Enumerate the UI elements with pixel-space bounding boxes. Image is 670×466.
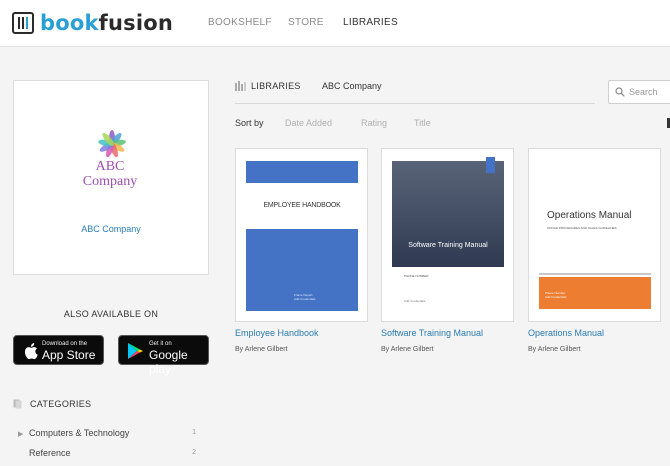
cover-bookmark-tab (486, 157, 495, 173)
also-available-heading: ALSO AVAILABLE ON (63, 309, 159, 319)
google-play-small-text: Get it on (149, 341, 172, 347)
book-title-link[interactable]: Operations Manual (528, 328, 604, 338)
book-cover-employee-handbook[interactable]: EMPLOYEE HANDBOOK Frame Depart Add Crede… (235, 148, 368, 322)
cover-small-line-2: Add Credentials (404, 299, 426, 303)
brand-name: bookfusion (40, 11, 173, 35)
cover-small-line-3: Add Credentials (545, 295, 567, 299)
top-header: bookfusion BOOKSHELF STORE LIBRARIES (0, 0, 670, 47)
cover-title-text: EMPLOYEE HANDBOOK (263, 202, 341, 209)
categories-heading: CATEGORIES (30, 399, 92, 409)
library-logo-text: ABC Company (70, 159, 150, 189)
cover-small-line-2: Add Credentials (294, 297, 316, 301)
sort-by-label: Sort by (235, 118, 264, 128)
cover-divider (539, 273, 651, 275)
google-play-button[interactable]: Get it on Google play (118, 335, 209, 376)
book-cover-software-training-manual[interactable]: Software Training Manual PHONE NUMBER Ad… (381, 148, 514, 322)
library-name-link[interactable]: ABC Company (13, 224, 209, 234)
search-box[interactable] (608, 80, 670, 104)
nav-bookshelf[interactable]: BOOKSHELF (208, 17, 272, 28)
sort-date-added[interactable]: Date Added (285, 118, 332, 128)
expand-arrow-icon[interactable]: ▶ (18, 430, 29, 438)
category-count: 1 (192, 429, 196, 436)
search-input[interactable] (629, 85, 670, 99)
cover-title-text: Software Training Manual (408, 242, 488, 249)
brand-part-1: book (40, 11, 99, 35)
nav-store[interactable]: STORE (288, 17, 324, 28)
library-logo-line-1: ABC (95, 159, 125, 174)
flower-logo-icon (98, 130, 126, 158)
book-title-link[interactable]: Software Training Manual (381, 328, 483, 338)
search-icon (615, 87, 625, 97)
book-author: By Arlene Gilbert (381, 346, 434, 353)
apple-icon (24, 343, 38, 360)
breadcrumb-company[interactable]: ABC Company (322, 81, 382, 91)
cover-gradient-panel (392, 161, 504, 267)
library-logo-line-2: Company (82, 174, 138, 189)
sort-rating[interactable]: Rating (361, 118, 387, 128)
category-label: Reference (29, 448, 71, 458)
google-play-icon (128, 343, 143, 359)
app-store-button[interactable]: Download on the App Store (13, 335, 104, 365)
google-play-big-text: Google play (149, 348, 188, 376)
app-store-small-text: Download on the (42, 341, 88, 347)
category-label: Computers & Technology (29, 428, 130, 438)
cover-small-line-1: PHONE NUMBER (404, 274, 429, 278)
book-spine-logo-icon (12, 12, 34, 34)
book-title-link[interactable]: Employee Handbook (235, 328, 319, 338)
category-item[interactable]: ▶ Computers & Technology 1 (18, 428, 196, 438)
app-store-big-text: App Store (42, 348, 96, 362)
book-author: By Arlene Gilbert (235, 346, 288, 353)
breadcrumb-libraries[interactable]: LIBRARIES (251, 81, 301, 91)
cover-small-text: Frame Depart Add Credentials (294, 293, 315, 301)
nav-libraries[interactable]: LIBRARIES (343, 17, 398, 28)
cover-band-top (246, 161, 358, 183)
category-count: 2 (192, 449, 196, 456)
libraries-icon (235, 81, 246, 91)
cover-small-text: Phone Number Add Credentials (545, 291, 566, 299)
cover-subtitle-text: OFFICE PROCEDURES AND SALES GUIDELINES (547, 226, 617, 230)
category-item[interactable]: Reference 2 (18, 448, 196, 458)
bookfusion-logo[interactable]: bookfusion (12, 9, 173, 37)
book-author: By Arlene Gilbert (528, 346, 581, 353)
breadcrumb-divider (235, 103, 595, 104)
sort-title[interactable]: Title (414, 118, 431, 128)
cover-title-text: Operations Manual (547, 210, 632, 221)
tag-icon (13, 399, 22, 409)
book-cover-operations-manual[interactable]: Operations Manual OFFICE PROCEDURES AND … (528, 148, 661, 322)
brand-part-2: fusion (98, 11, 174, 35)
